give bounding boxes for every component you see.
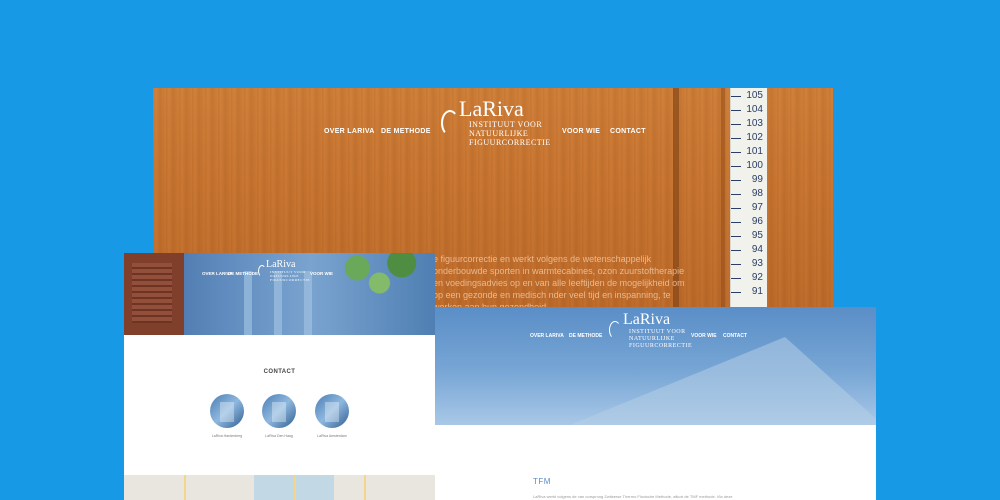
- nav-de-methode[interactable]: DE METHODE: [228, 271, 258, 276]
- location-caption[interactable]: LaRiva Amsterdam: [302, 434, 362, 438]
- ruler-mark: 99: [731, 174, 767, 187]
- logo-tagline: FIGUURCORRECTIE: [629, 343, 693, 349]
- logo-tagline: NATUURLIJKE: [469, 129, 529, 138]
- website-screenshot-tfm: OVER LARIVA DE METHODE VOOR WIE CONTACT …: [435, 307, 876, 500]
- nav-over-lariva[interactable]: OVER LARIVA: [530, 333, 564, 339]
- intro-paragraph: e figuurcorrectie en werkt volgens de we…: [433, 254, 685, 308]
- lariva-logo[interactable]: LaRiva INSTITUUT VOOR NATUURLIJKE FIGUUR…: [258, 259, 318, 289]
- location-map[interactable]: [124, 475, 435, 500]
- ruler-mark: 98: [731, 188, 767, 201]
- brick-building: [124, 253, 184, 335]
- contact-heading: CONTACT: [263, 369, 296, 375]
- swoosh-icon: [609, 321, 621, 339]
- pillar: [244, 271, 252, 335]
- logo-tagline: INSTITUUT VOOR: [629, 329, 686, 335]
- swoosh-icon: [258, 265, 266, 277]
- logo-tagline: FIGUURCORRECTIE: [270, 278, 310, 282]
- section-intro: LaRiva werkt volgens de van oorsprong Zw…: [533, 494, 733, 499]
- logo-name: LaRiva: [623, 311, 671, 328]
- ruler-mark: 93: [731, 258, 767, 271]
- banner-canvas: { "back_site": { "logo": { "name": "LaRi…: [0, 0, 1000, 500]
- location-photo-den-haag[interactable]: [262, 394, 296, 428]
- location-photo-hardenberg[interactable]: [210, 394, 244, 428]
- ruler-mark: 101: [731, 146, 767, 159]
- nav-over-lariva[interactable]: OVER LARIVA: [324, 128, 375, 135]
- ruler-mark: 103: [731, 118, 767, 131]
- ruler-mark: 105: [731, 90, 767, 103]
- ruler-mark: 91: [731, 286, 767, 299]
- nav-de-methode[interactable]: DE METHODE: [381, 128, 431, 135]
- logo-tagline: NATUURLIJKE: [629, 336, 675, 342]
- ruler-mark: 95: [731, 230, 767, 243]
- section-title: TFM: [533, 477, 551, 486]
- map-road: [184, 475, 186, 500]
- ruler-mark: 94: [731, 244, 767, 257]
- lariva-logo[interactable]: LaRiva INSTITUUT VOOR NATUURLIJKE FIGUUR…: [441, 96, 561, 156]
- ruler-mark: 102: [731, 132, 767, 145]
- location-caption[interactable]: LaRiva Hardenberg: [197, 434, 257, 438]
- hero-image: OVER LARIVA DE METHODE VOOR WIE CONTACT …: [435, 307, 876, 425]
- ruler-mark: 92: [731, 272, 767, 285]
- map-road: [294, 475, 296, 500]
- tree-foliage: [324, 253, 435, 303]
- swoosh-icon: [441, 110, 459, 136]
- nav-voor-wie[interactable]: VOOR WIE: [562, 128, 600, 135]
- ruler-mark: 97: [731, 202, 767, 215]
- nav-contact[interactable]: CONTACT: [723, 333, 747, 339]
- logo-name: LaRiva: [266, 259, 296, 270]
- nav-de-methode[interactable]: DE METHODE: [569, 333, 602, 339]
- door-edge: [721, 88, 725, 308]
- nav-contact[interactable]: CONTACT: [610, 128, 646, 135]
- location-photo-amsterdam[interactable]: [315, 394, 349, 428]
- hero-image: OVER LARIVA DE METHODE VOOR WIE LaRiva I…: [124, 253, 435, 335]
- location-caption[interactable]: LaRiva Den Haag: [249, 434, 309, 438]
- lariva-logo[interactable]: LaRiva INSTITUUT VOOR NATUURLIJKE FIGUUR…: [609, 311, 699, 356]
- ruler-mark: 100: [731, 160, 767, 173]
- ruler-mark: 104: [731, 104, 767, 117]
- ruler-mark: 96: [731, 216, 767, 229]
- logo-tagline: FIGUURCORRECTIE: [469, 138, 551, 147]
- measuring-tape: 105 104 103 102 101 100 99 98 97 96 95 94 93 92 91: [730, 88, 767, 308]
- website-screenshot-contact: OVER LARIVA DE METHODE VOOR WIE LaRiva I…: [124, 253, 435, 500]
- map-road: [364, 475, 366, 500]
- logo-tagline: INSTITUUT VOOR: [469, 120, 543, 129]
- logo-name: LaRiva: [459, 96, 524, 121]
